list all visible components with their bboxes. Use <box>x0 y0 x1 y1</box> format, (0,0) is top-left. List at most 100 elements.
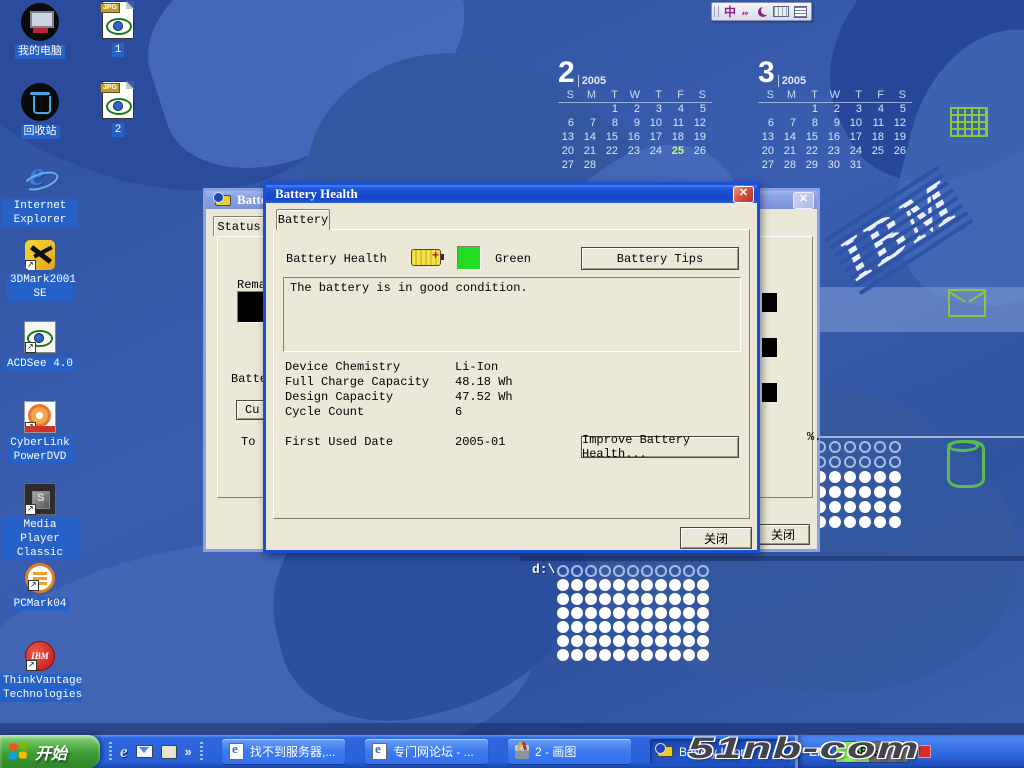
desktop-icon-powerdvd[interactable]: CyberLink PowerDVD <box>2 401 78 464</box>
battery-label-fragment: Batte <box>231 372 267 386</box>
ime-keyboard-icon[interactable] <box>773 6 789 17</box>
calendar-weekday: S <box>558 89 580 103</box>
wallpaper-dot <box>599 579 611 591</box>
wallpaper-dot <box>613 621 625 633</box>
quick-launch-mail-icon[interactable] <box>136 745 153 758</box>
improve-battery-health-button[interactable]: Improve Battery Health... <box>581 436 739 458</box>
show-desktop-icon[interactable] <box>161 745 177 759</box>
calendar-day: 14 <box>580 131 602 145</box>
wallpaper-dot <box>669 621 681 633</box>
calendar-day <box>758 103 780 117</box>
calendar-day: 25 <box>668 145 690 159</box>
thinkvantage-icon <box>25 641 55 671</box>
ime-language-icon[interactable]: 中 <box>724 6 736 18</box>
calendar-day: 15 <box>802 131 824 145</box>
taskbar-task-forum[interactable]: 专门网论坛 - ... <box>365 739 488 764</box>
close-icon[interactable]: ✕ <box>793 192 814 209</box>
close-icon[interactable]: ✕ <box>733 186 754 203</box>
calendar-day <box>646 159 668 173</box>
start-button[interactable]: 开始 <box>0 735 100 768</box>
wallpaper-dot <box>571 649 583 661</box>
ie-page-icon <box>372 743 387 760</box>
calendar-day: 10 <box>846 117 868 131</box>
calendar-day <box>690 159 712 173</box>
page-fold <box>126 1 134 9</box>
battery-health-dialog[interactable]: Battery Health ✕ Battery Battery Health … <box>263 182 760 553</box>
close-window-button[interactable]: 关闭 <box>756 524 810 545</box>
tab-status[interactable]: Status <box>213 216 265 236</box>
toolbar-handle[interactable] <box>109 742 112 762</box>
calendar-day: 7 <box>580 117 602 131</box>
battery-tips-button[interactable]: Battery Tips <box>581 247 739 270</box>
field-label: Full Charge Capacity <box>285 375 429 389</box>
wallpaper-dot <box>599 565 611 577</box>
ime-menu-icon[interactable] <box>794 6 807 18</box>
quick-launch-ie-icon[interactable]: e <box>120 742 128 762</box>
calendar-month: 3 <box>758 59 775 87</box>
ime-drag-handle[interactable] <box>714 6 719 17</box>
tab-battery[interactable]: Battery <box>276 209 330 230</box>
jpg-file-icon: JPG <box>102 81 134 119</box>
button-label: 关闭 <box>704 530 728 547</box>
desktop-icon-my-computer[interactable]: 我的电脑 <box>2 3 78 59</box>
desktop-icon-3dmark2001[interactable]: 3DMark2001 SE <box>2 240 78 301</box>
calendar-weekday: F <box>868 89 890 103</box>
wallpaper-dot <box>641 635 653 647</box>
wallpaper-dot <box>613 565 625 577</box>
taskbar-task-paint[interactable]: 2 - 画图 <box>508 739 631 764</box>
wallpaper-dot <box>585 565 597 577</box>
taskbar-task-server-not-found[interactable]: 找不到服务器,... <box>222 739 345 764</box>
dialog-titlebar[interactable]: Battery Health ✕ <box>266 185 757 203</box>
desktop-icon-acdsee[interactable]: ACDSee 4.0 <box>2 321 78 371</box>
wallpaper-dot <box>874 456 886 468</box>
wallpaper-dot <box>627 621 639 633</box>
calendar-weekday: M <box>580 89 602 103</box>
3dmark-icon <box>25 240 55 270</box>
wallpaper-dot <box>859 516 871 528</box>
calendar-day: 4 <box>868 103 890 117</box>
wallpaper-dot <box>683 649 695 661</box>
calendar-weekday: T <box>602 89 624 103</box>
toolbar-handle[interactable] <box>200 742 203 762</box>
calendar-weekday: S <box>690 89 712 103</box>
wallpaper-dot <box>669 649 681 661</box>
calendar-day: 21 <box>580 145 602 159</box>
calendar-day <box>558 103 580 117</box>
wallpaper-dot <box>599 607 611 619</box>
wallpaper-dot <box>669 635 681 647</box>
wallpaper-dot <box>829 516 841 528</box>
desktop-icon-internet-explorer[interactable]: e Internet Explorer <box>2 160 78 227</box>
ime-bar[interactable]: 中 ，。 <box>711 2 812 21</box>
desktop-icon-jpg-2[interactable]: JPG 2 <box>90 81 146 137</box>
wallpaper-dot <box>669 565 681 577</box>
wallpaper-dot <box>655 635 667 647</box>
wallpaper-dot <box>599 649 611 661</box>
calendar-day: 27 <box>558 159 580 173</box>
close-dialog-button[interactable]: 关闭 <box>680 527 752 549</box>
battery-health-label: Battery Health <box>286 252 387 266</box>
desktop-icon-media-player-classic[interactable]: Media Player Classic <box>0 483 80 560</box>
wallpaper-dot <box>697 649 709 661</box>
calendar-day: 20 <box>558 145 580 159</box>
internet-explorer-icon: e <box>22 160 58 196</box>
chevron-icon[interactable]: » <box>185 744 192 759</box>
calendar-day: 23 <box>624 145 646 159</box>
ie-page-icon <box>229 743 244 760</box>
desktop-icon-jpg-1[interactable]: JPG 1 <box>90 1 146 57</box>
desktop-icon-recycle-bin[interactable]: 回收站 <box>2 83 78 139</box>
wallpaper-dot <box>571 579 583 591</box>
wallpaper-dot <box>859 441 871 453</box>
ime-fullwidth-icon[interactable] <box>758 7 768 17</box>
health-status-text: Green <box>495 252 531 266</box>
calendar-day: 11 <box>668 117 690 131</box>
cylinder-icon <box>947 440 985 488</box>
desktop-icon-pcmark04[interactable]: PCMark04 <box>2 563 78 611</box>
desktop-icon-thinkvantage[interactable]: ThinkVantage Technologies <box>0 641 80 702</box>
page-fold <box>126 81 134 89</box>
wallpaper-dot <box>829 441 841 453</box>
calendar-day: 2 <box>624 103 646 117</box>
calendar-day: 3 <box>646 103 668 117</box>
ime-punctuation-icon[interactable]: ，。 <box>741 7 753 16</box>
calendar-day: 24 <box>846 145 868 159</box>
wallpaper-dot <box>641 565 653 577</box>
